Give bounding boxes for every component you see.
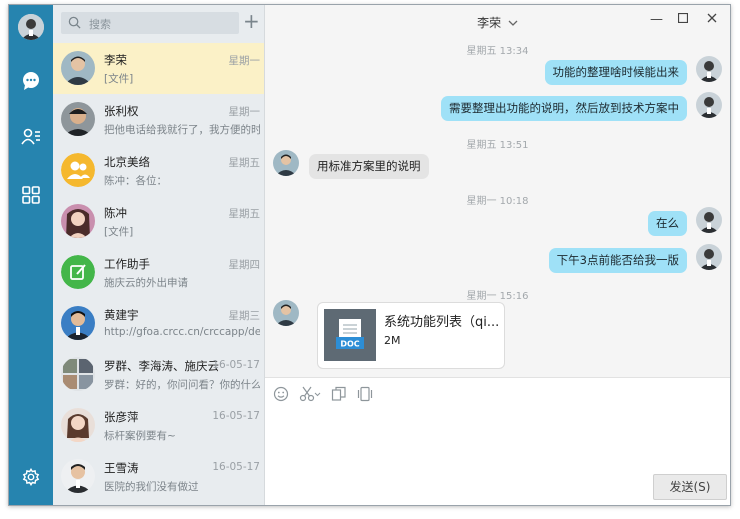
minimize-button[interactable]: — (650, 12, 663, 27)
conversation-item[interactable]: 工作助手 星期四 施庆云的外出申请 (53, 247, 264, 298)
conversation-time: 星期五 (228, 157, 261, 169)
message-bubble[interactable]: 功能的整理啥时候能出来 (544, 60, 687, 85)
avatar (61, 204, 95, 238)
my-avatar (696, 207, 722, 233)
contacts-icon[interactable] (17, 123, 45, 151)
conversation-item[interactable]: 李荣 星期一 [文件] (53, 43, 264, 94)
conversation-time: 星期四 (228, 259, 261, 271)
maximize-button[interactable] (677, 12, 689, 27)
conversation-name: 张利权 (104, 104, 139, 118)
my-avatar (696, 244, 722, 270)
time-stamp: 星期五 13:51 (466, 140, 529, 151)
conversation-list: 搜索 + 李荣 星期一 [文件] 张利权 星期一 把他电话给我就行了，我方便的时… (53, 5, 265, 505)
file-message[interactable]: DOC 系统功能列表（qi... 2M (317, 302, 505, 369)
search-icon (68, 16, 81, 29)
conversation-name: 北京美络 (104, 155, 150, 169)
conversation-item[interactable]: 王雪涛 16-05-17 医院的我们没有做过 (53, 451, 264, 502)
conversation-item[interactable]: 罗群、李海涛、施庆云 16-05-17 罗群：好的，你问问看？你的什么 (53, 349, 264, 400)
conversation-preview: [文件] (104, 226, 134, 238)
my-avatar (696, 56, 722, 82)
message-composer[interactable]: 发送(S) (265, 377, 730, 505)
conversation-item[interactable]: 张利权 星期一 把他电话给我就行了，我方便的时 (53, 94, 264, 145)
chat-window: 搜索 + 李荣 星期一 [文件] 张利权 星期一 把他电话给我就行了，我方便的时… (8, 4, 731, 506)
search-placeholder: 搜索 (89, 18, 111, 31)
message-bubble[interactable]: 需要整理出功能的说明，然后放到技术方案中 (441, 96, 687, 121)
conversation-name: 工作助手 (104, 257, 150, 271)
conversation-preview: http://gfoa.crcc.cn/crccapp/dep (104, 326, 260, 338)
conversation-preview: [文件] (104, 73, 134, 85)
group-avatar (61, 357, 95, 391)
file-name: 系统功能列表（qi... (384, 315, 500, 330)
time-stamp: 星期一 15:16 (466, 291, 529, 302)
conversation-time: 星期一 (228, 55, 261, 67)
conversation-time: 星期五 (228, 208, 261, 220)
conversation-preview: 罗群：好的，你问问看？你的什么 (104, 379, 260, 391)
shake-icon[interactable] (357, 386, 373, 402)
message-bubble[interactable]: 用标准方案里的说明 (309, 154, 429, 179)
chevron-down-icon (508, 20, 518, 26)
group-avatar (61, 153, 95, 187)
message-bubble[interactable]: 在么 (648, 211, 687, 236)
avatar (61, 102, 95, 136)
composer-toolbar (273, 386, 373, 402)
my-avatar (696, 92, 722, 118)
search-input[interactable]: 搜索 (61, 12, 239, 34)
chat-icon[interactable] (17, 67, 45, 95)
conversation-time: 16-05-17 (212, 461, 260, 473)
message-bubble[interactable]: 下午3点前能否给我一版 (548, 248, 687, 273)
emoji-icon[interactable] (273, 386, 289, 402)
close-button[interactable] (707, 12, 717, 27)
conversation-time: 星期一 (228, 106, 261, 118)
settings-icon[interactable] (17, 463, 45, 491)
nav-rail (9, 5, 53, 505)
conversation-item[interactable]: 陈冲 星期五 [文件] (53, 196, 264, 247)
conversation-name: 罗群、李海涛、施庆云 (104, 359, 219, 373)
conversation-name: 张彦萍 (104, 410, 139, 424)
chat-title-text: 李荣 (477, 16, 502, 30)
close-icon (707, 13, 717, 23)
avatar (61, 408, 95, 442)
apps-icon[interactable] (17, 181, 45, 209)
doc-file-icon: DOC (324, 309, 376, 361)
contact-avatar (273, 300, 299, 326)
my-avatar[interactable] (18, 14, 44, 40)
avatar (61, 306, 95, 340)
doc-badge: DOC (340, 340, 359, 349)
screenshot-icon[interactable] (299, 386, 321, 402)
conversation-item[interactable]: 黄建宇 星期三 http://gfoa.crcc.cn/crccapp/dep (53, 298, 264, 349)
conversation-item[interactable]: 北京美络 星期五 陈冲：各位： (53, 145, 264, 196)
conversation-time: 16-05-17 (212, 359, 260, 371)
avatar (61, 459, 95, 493)
conversation-preview: 医院的我们没有做过 (104, 481, 199, 493)
time-stamp: 星期一 10:18 (466, 196, 529, 207)
conversation-preview: 标杆案例要有~ (104, 430, 176, 442)
maximize-icon (677, 12, 689, 24)
conversation-preview: 把他电话给我就行了，我方便的时 (104, 124, 260, 136)
conversation-name: 王雪涛 (104, 461, 139, 475)
work-assistant-icon (61, 255, 95, 289)
file-size: 2M (384, 334, 401, 347)
chat-panel: 李荣 — 星期五 13:34 功能的整理啥时候能出来 需要整理出功能的说明，然后… (265, 5, 730, 505)
send-button[interactable]: 发送(S) (653, 474, 727, 500)
conversation-time: 16-05-17 (212, 410, 260, 422)
avatar (61, 51, 95, 85)
copy-file-icon[interactable] (331, 386, 347, 402)
add-icon[interactable]: + (243, 11, 260, 33)
conversation-item[interactable]: 张彦萍 16-05-17 标杆案例要有~ (53, 400, 264, 451)
conversation-name: 李荣 (104, 53, 127, 67)
conversation-preview: 施庆云的外出申请 (104, 277, 188, 289)
conversation-name: 黄建宇 (104, 308, 139, 322)
conversation-time: 星期三 (228, 310, 261, 322)
contact-avatar (273, 150, 299, 176)
conversation-name: 陈冲 (104, 206, 127, 220)
time-stamp: 星期五 13:34 (466, 46, 529, 57)
conversation-preview: 陈冲：各位： (104, 175, 167, 187)
